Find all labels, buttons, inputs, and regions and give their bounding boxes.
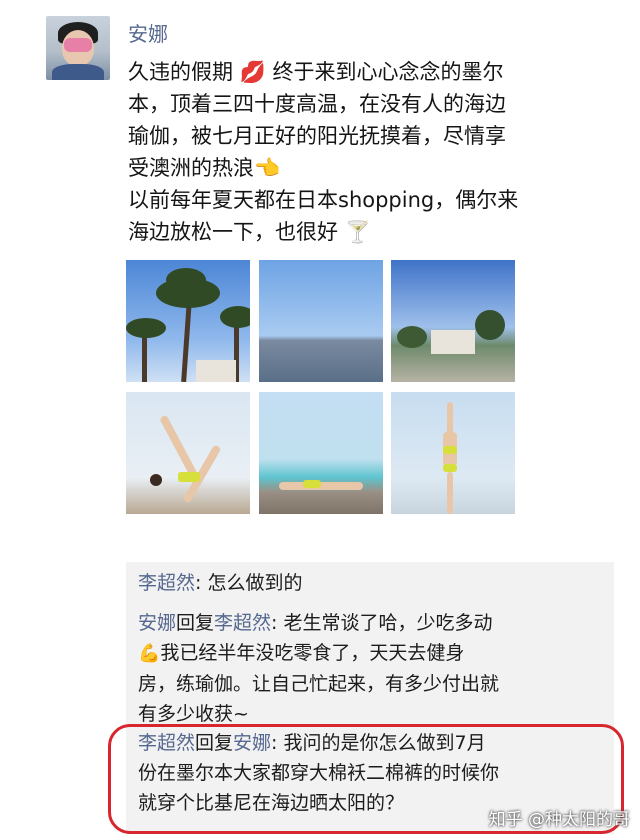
comment-text: 我已经半年没吃零食了，天天去健身 — [160, 642, 465, 664]
reply-target[interactable]: 李超然 — [214, 612, 271, 634]
comment-author[interactable]: 李超然 — [138, 572, 195, 594]
palm-trees-photo[interactable] — [126, 260, 250, 382]
flexed-biceps-icon: 💪 — [138, 643, 161, 664]
comment: 李超然: 怎么做到的 — [138, 568, 608, 598]
comment-reply: 安娜回复李超然: 老生常谈了哈，少吃多动 💪我已经半年没吃零食了，天天去健身 房… — [138, 608, 608, 729]
comment-text: : 怎么做到的 — [195, 572, 303, 594]
sea-horizon-photo[interactable] — [259, 260, 383, 382]
beach-house-photo[interactable] — [391, 260, 515, 382]
avatar-shirt — [52, 64, 104, 80]
post-text-line: 本，顶着三四十度高温，在没有人的海边 — [128, 92, 506, 116]
yoga-tree-pose-photo[interactable] — [391, 392, 515, 514]
post-text-line: 海边放松一下，也很好 🍸 — [128, 220, 371, 244]
comment-text: : 老生常谈了哈，少吃多动 — [271, 612, 493, 634]
post-text-line: 久违的假期 💋 终于来到心心念念的墨尔 — [128, 60, 504, 84]
reply-word: 回复 — [176, 612, 215, 634]
comment-author[interactable]: 安娜 — [138, 612, 176, 634]
comment-text: 房，练瑜伽。让自己忙起来，有多少付出就 — [138, 673, 500, 695]
zhihu-watermark: 知乎 @种太阳的哥 — [488, 810, 630, 830]
yoga-pose-1-photo[interactable] — [126, 392, 250, 514]
yoga-pier-photo[interactable] — [259, 392, 383, 514]
avatar[interactable] — [46, 16, 110, 80]
post-text-line: 以前每年夏天都在日本shopping，偶尔来 — [128, 188, 519, 212]
post-text-line: 瑜伽，被七月正好的阳光抚摸着，尽情享 — [128, 124, 506, 148]
post-text: 久违的假期 💋 终于来到心心念念的墨尔 本，顶着三四十度高温，在没有人的海边 瑜… — [128, 56, 618, 248]
post-author-name[interactable]: 安娜 — [128, 18, 168, 47]
post-text-line: 受澳洲的热浪👈 — [128, 156, 281, 180]
avatar-mask-sticker — [64, 38, 92, 52]
